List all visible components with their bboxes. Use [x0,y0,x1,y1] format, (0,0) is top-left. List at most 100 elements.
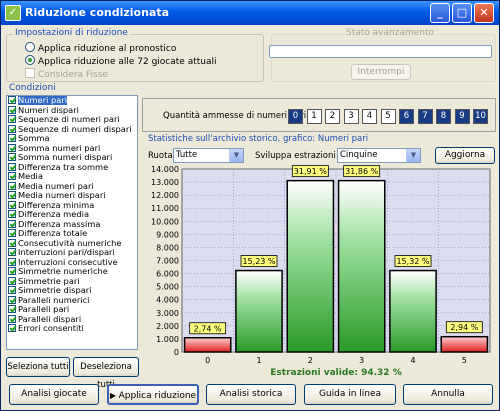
ruota-value: Tutte [176,150,198,160]
chart-area: 0 1.000 2.000 3.000 4.000 5.000 6.000 7.000 8.00… [142,165,496,378]
condition-label: Differenza media [18,209,90,219]
conditions-list[interactable]: Numeri pari Numeri dispari Sequenze di num… [6,95,138,350]
checkbox-checked-icon[interactable] [8,238,16,247]
checkbox-checked-icon[interactable] [8,115,16,123]
quantity-box[interactable]: 3 [343,109,359,124]
analisi-storica-button[interactable]: Analisi storica [206,384,296,405]
radio-icon[interactable] [25,42,35,52]
condition-item[interactable]: Errori consentiti [7,323,137,334]
applica-riduzione-button[interactable]: ▶ Applica riduzione [107,384,199,405]
checkbox-fisse[interactable]: Considera Fisse [25,68,108,80]
quantity-panel: Quantità ammesse di numeri pari: 0123456… [142,98,496,132]
y-tick-label: 9.000 [156,230,179,239]
checkbox-checked-icon[interactable] [8,162,16,171]
checkbox-checked-icon[interactable] [8,210,16,218]
quantity-box[interactable]: 9 [454,109,470,124]
condition-label: Consecutività numeriche [18,237,122,248]
checkbox-checked-icon[interactable] [8,143,16,152]
checkbox-checked-icon[interactable] [8,314,16,323]
checkbox-icon[interactable] [25,68,35,78]
quantity-box[interactable]: 8 [436,109,451,124]
checkbox-checked-icon[interactable] [8,229,16,237]
y-tick-label: 10.000 [151,217,179,226]
checkbox-checked-icon[interactable] [8,191,16,199]
checkbox-checked-icon[interactable] [8,96,16,104]
condition-label: Paralleli pari [18,304,70,314]
checkbox-checked-icon[interactable] [8,257,16,266]
condition-label: Sequenze di numeri dispari [18,123,132,134]
checkbox-checked-icon[interactable] [8,286,16,294]
quantity-box[interactable]: 7 [417,109,433,124]
quantity-box[interactable]: 6 [399,109,414,124]
progress-bar [269,45,492,58]
checkbox-checked-icon[interactable] [8,105,16,114]
select-all-button[interactable]: Seleziona tutti [6,357,70,377]
refresh-button[interactable]: Aggiorna [435,147,495,164]
checkbox-checked-icon[interactable] [8,200,16,209]
radio-apply-forecast[interactable]: Applica riduzione al pronostico [25,42,176,54]
chevron-down-icon[interactable]: ▼ [406,149,420,162]
checkbox-checked-icon[interactable] [8,305,16,313]
checkbox-checked-icon[interactable] [8,276,16,285]
data-label: 2,74 % [194,324,222,333]
condition-label: Numeri dispari [18,104,79,115]
ruota-select[interactable]: Tutte ▼ [173,148,244,163]
y-tick-label: 2.000 [156,322,179,331]
y-tick-label: 14.000 [151,165,179,174]
guida-button[interactable]: Guida in linea [304,384,396,405]
checkbox-checked-icon[interactable] [8,219,16,228]
condition-label: Differenza totale [18,228,88,238]
condition-label: Interruzioni consecutive [18,256,118,267]
analisi-giocate-button[interactable]: Analisi giocate [9,384,99,405]
checkbox-checked-icon[interactable] [8,124,16,133]
minimize-button[interactable]: _ [430,3,450,23]
checkbox-checked-icon[interactable] [8,153,16,161]
main-window: ✓ Riduzione condizionata _ □ ✕ Impostazi… [0,0,500,411]
title-bar: ✓ Riduzione condizionata _ □ ✕ [1,1,499,25]
close-button[interactable]: ✕ [474,3,494,23]
checkbox-checked-icon[interactable] [8,324,16,332]
condition-label: Differenza minima [18,199,95,210]
condition-label: Somma [18,133,50,143]
maximize-button[interactable]: □ [452,3,472,23]
y-tick-label: 13.000 [151,178,179,187]
applica-riduzione-label: Applica riduzione [118,391,197,401]
checkbox-checked-icon[interactable] [8,248,16,256]
checkbox-checked-icon[interactable] [8,267,16,275]
condition-label: Errori consentiti [18,323,84,333]
x-tick-label: 4 [410,356,415,365]
radio-checked-icon[interactable] [25,55,35,65]
radio-apply-72-label: Applica riduzione alle 72 giocate attual… [38,57,217,67]
condition-label: Simmetrie dispari [18,285,92,295]
annulla-button[interactable]: Annulla [403,384,493,405]
settings-legend: Impostazioni di riduzione [13,28,130,38]
window-title: Riduzione condizionata [25,6,170,19]
checkbox-checked-icon[interactable] [8,172,16,180]
x-tick-label: 0 [205,356,210,365]
condition-label: Simmetrie pari [18,275,80,286]
x-tick-label: 3 [359,356,364,365]
quantity-box[interactable]: 0 [288,109,303,124]
x-tick-label: 2 [308,356,313,365]
quantity-box[interactable]: 10 [473,109,488,124]
quantity-box[interactable]: 1 [306,109,322,124]
condition-label: Simmetrie numeriche [18,266,108,276]
condition-label: Media numeri dispari [18,190,106,200]
quantity-box[interactable]: 5 [380,109,396,124]
checkbox-checked-icon[interactable] [8,134,16,142]
quantity-box[interactable]: 4 [362,109,377,124]
checkbox-checked-icon[interactable] [8,181,16,190]
quantity-box[interactable]: 2 [325,109,340,124]
app-icon: ✓ [5,5,21,21]
checkbox-checked-icon[interactable] [8,295,16,304]
y-tick-label: 4.000 [156,296,179,305]
stop-button[interactable]: Interrompi [351,64,411,80]
deselect-all-button[interactable]: Deseleziona tutti [73,357,139,390]
sviluppa-select[interactable]: Cinquine ▼ [337,148,421,163]
radio-apply-72[interactable]: Applica riduzione alle 72 giocate attual… [25,55,217,67]
data-label: 31,86 % [345,167,378,176]
condition-label: Somma numeri pari [18,142,101,153]
condition-label: Numeri pari [18,95,68,105]
chevron-down-icon[interactable]: ▼ [229,149,243,162]
sviluppa-value: Cinquine [340,150,378,160]
